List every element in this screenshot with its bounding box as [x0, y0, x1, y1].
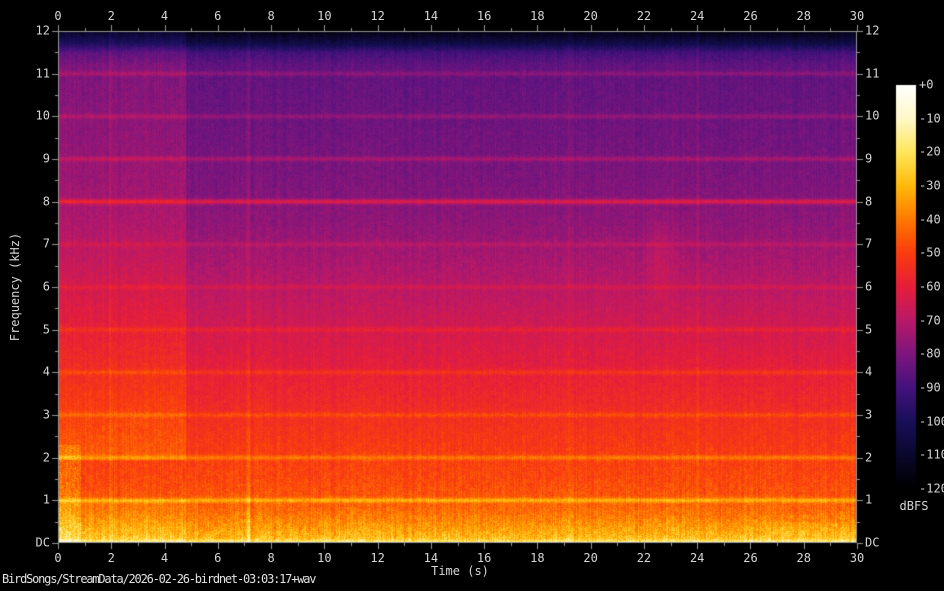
x-tick-label-bottom: 24	[689, 551, 705, 565]
x-tick-label-top: 20	[583, 9, 598, 23]
y-tick-label-left: 4	[42, 364, 50, 379]
colorbar-tick-label: -120	[919, 481, 944, 496]
x-tick-label-top: 14	[423, 9, 439, 23]
x-tick-label-bottom: 2	[107, 551, 115, 565]
x-tick-label-bottom: 28	[796, 551, 811, 565]
x-tick-label-bottom: 6	[214, 551, 222, 565]
colorbar-tick-label: -80	[919, 346, 941, 361]
x-tick-label-top: 30	[849, 9, 865, 23]
x-tick-label-bottom: 22	[636, 551, 652, 565]
y-tick-label-left: 3	[42, 407, 50, 422]
y-tick-label-left: 9	[42, 151, 50, 166]
spectrogram-figure-canvas[interactable]	[0, 0, 944, 591]
x-tick-label-bottom: 10	[317, 551, 332, 565]
x-tick-label-top: 24	[689, 9, 705, 23]
x-axis-title: Time (s)	[431, 564, 489, 578]
y-tick-label-right: 8	[865, 194, 873, 209]
colorbar-tick-label: -10	[919, 111, 941, 126]
y-tick-label-right: 5	[865, 322, 873, 337]
y-tick-label-left: 6	[42, 279, 50, 294]
colorbar-tick-label: -50	[919, 245, 941, 260]
y-tick-label-right: 4	[865, 364, 873, 379]
x-tick-label-top: 12	[370, 9, 385, 23]
y-tick-label-left: 7	[42, 236, 50, 251]
x-tick-label-top: 28	[796, 9, 811, 23]
x-tick-label-bottom: 20	[583, 551, 598, 565]
y-tick-label-right: 2	[865, 450, 873, 465]
x-tick-label-bottom: 12	[370, 551, 385, 565]
x-tick-label-top: 2	[107, 9, 115, 23]
x-tick-label-bottom: 0	[54, 551, 62, 565]
colorbar-unit-label: dBFS	[899, 499, 929, 513]
colorbar-tick-label: -30	[919, 178, 941, 193]
colorbar-tick-label: +0	[919, 77, 934, 92]
colorbar-tick-label: -110	[919, 447, 944, 462]
x-tick-label-top: 10	[317, 9, 332, 23]
y-tick-label-right: 12	[865, 23, 880, 38]
colorbar-tick-label: -100	[919, 414, 944, 429]
x-tick-label-bottom: 30	[849, 551, 865, 565]
y-tick-label-left: DC	[35, 535, 50, 550]
y-tick-label-left: 5	[42, 322, 50, 337]
y-tick-label-right: 1	[865, 492, 873, 507]
y-tick-label-left: 12	[35, 23, 50, 38]
y-tick-label-right: 10	[865, 108, 880, 123]
y-tick-label-left: 2	[42, 450, 50, 465]
colorbar-tick-label: -70	[919, 313, 941, 328]
y-tick-label-right: 9	[865, 151, 873, 166]
status-bar-filename: BirdSongs/StreamData/2026-02-26-birdnet-…	[2, 572, 316, 586]
x-tick-label-top: 18	[530, 9, 545, 23]
colorbar-tick-label: -20	[919, 144, 941, 159]
y-tick-label-left: 10	[35, 108, 50, 123]
x-tick-label-top: 22	[636, 9, 652, 23]
y-axis-title: Frequency (kHz)	[8, 232, 22, 342]
y-tick-label-left: 1	[42, 492, 50, 507]
x-tick-label-top: 16	[476, 9, 492, 23]
x-tick-label-bottom: 26	[743, 551, 758, 565]
colorbar-tick-label: -60	[919, 279, 941, 294]
x-tick-label-bottom: 4	[160, 551, 169, 565]
x-tick-label-top: 6	[214, 9, 222, 23]
y-tick-label-left: 8	[42, 194, 50, 209]
colorbar-tick-label: -90	[919, 380, 941, 395]
colorbar-tick-label: -40	[919, 212, 941, 227]
x-tick-label-top: 8	[267, 9, 275, 23]
y-tick-label-right: 7	[865, 236, 873, 251]
x-tick-label-top: 0	[54, 9, 62, 23]
y-tick-label-right: 3	[865, 407, 873, 422]
x-tick-label-top: 4	[160, 9, 169, 23]
y-tick-label-left: 11	[35, 66, 50, 81]
x-tick-label-bottom: 18	[530, 551, 545, 565]
x-tick-label-bottom: 8	[267, 551, 275, 565]
y-tick-label-right: DC	[865, 535, 880, 550]
y-tick-label-right: 6	[865, 279, 873, 294]
y-tick-label-right: 11	[865, 66, 880, 81]
x-tick-label-top: 26	[743, 9, 758, 23]
